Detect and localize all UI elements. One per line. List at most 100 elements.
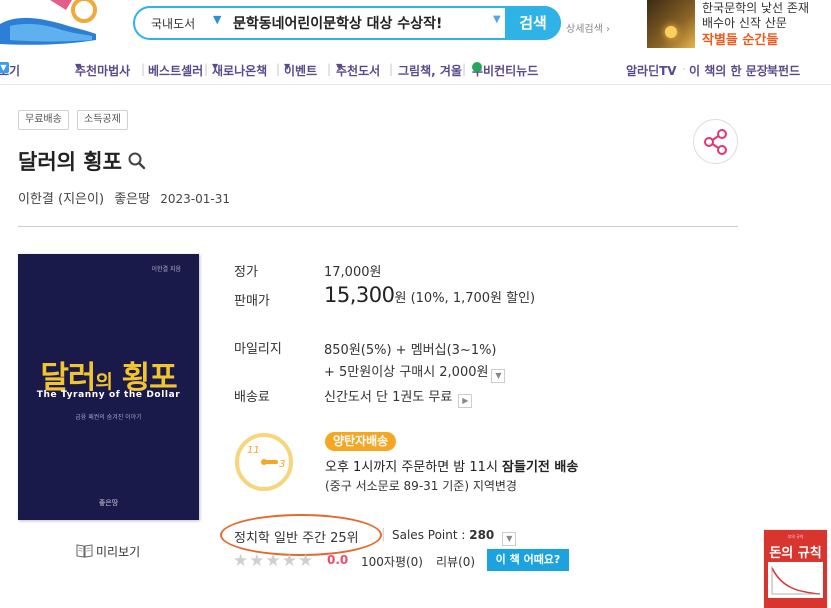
search-icon[interactable]: [127, 151, 147, 171]
share-icon: [704, 129, 727, 155]
ad-banner[interactable]: 한국문학의 낯선 존재 배수아 신작 산문 작별들 순간들: [647, 0, 831, 48]
weekly-rank[interactable]: 정치학 일반 주간 25위: [234, 527, 359, 546]
mileage-line-2: + 5만원이상 구매시 2,000원 ▼: [324, 361, 506, 383]
sales-point-label: Sales Point :: [392, 528, 470, 542]
search-button[interactable]: 검색: [505, 6, 561, 40]
nav-divider: |: [327, 62, 332, 76]
chevron-down-icon: ▼: [212, 62, 219, 71]
publisher-link[interactable]: 좋은땅: [114, 192, 150, 207]
mileage-line-1: 850원(5%) + 멤버십(3~1%): [324, 343, 497, 358]
book-open-icon: [76, 544, 93, 558]
shipping-label: 배송료: [234, 390, 270, 405]
nav-item-label: 북펀드: [767, 64, 801, 78]
nav-item-label: 추천마법사: [75, 64, 131, 78]
nav-divider: |: [462, 62, 467, 76]
delivery-line-1: 오후 1시까지 주문하면 밤 11시 잠들기전 배송: [325, 456, 578, 475]
page-title: 달러의 횡포: [18, 150, 122, 174]
review-link[interactable]: 리뷰(0): [436, 553, 475, 570]
star-icon: ★: [249, 551, 266, 571]
dropdown-arrow-icon[interactable]: ▼: [493, 14, 501, 25]
tag-tax-deduction: 소득공제: [77, 110, 128, 130]
shipping-value-text: 신간도서 단 1권도 무료: [324, 390, 453, 405]
cover-subtitle: The Tyranny of the Dollar: [36, 390, 181, 400]
sale-price: 15,300원 (10%, 1,700원 할인): [324, 283, 535, 307]
change-region-link[interactable]: 지역변경: [473, 479, 517, 493]
chevron-down-icon[interactable]: ▼: [213, 13, 221, 26]
nav-underline: [0, 84, 831, 85]
nav-divider: |: [204, 62, 209, 76]
sale-price-unit: 원: [394, 291, 407, 306]
search-input[interactable]: [233, 12, 491, 34]
nav-item-label: 알라딘TV: [626, 64, 677, 78]
cover-author: 이한결 지음: [151, 266, 181, 273]
tag-free-shipping: 무료배송: [18, 110, 69, 130]
book-cover[interactable]: 이한결 지음 달러의 횡포 The Tyranny of the Dollar …: [18, 254, 199, 520]
search-bar: 국내도서 ▼ ▼ 검색: [133, 6, 561, 40]
sales-point: Sales Point : 280 ▼: [392, 528, 517, 546]
side-book-top-text: 부의 규칙: [787, 534, 804, 539]
list-price: 17,000원: [324, 265, 382, 280]
mileage-line-2-text: + 5만원이상 구매시 2,000원: [324, 365, 489, 380]
nav-item-label: 그림책, 겨울: [398, 64, 462, 78]
share-button[interactable]: [693, 119, 738, 164]
delivery-line-2: (중구 서소문로 89-31 기준) 지역변경: [325, 477, 517, 494]
search-category-select[interactable]: 국내도서: [151, 15, 195, 32]
star-icon: ★: [281, 551, 298, 571]
side-book-thumbnail[interactable]: 부의 규칙 돈의 규칙: [764, 530, 827, 608]
sales-point-value: 280: [469, 528, 495, 542]
delivery-badge: 양탄자배송: [325, 432, 397, 451]
sale-price-number: 15,300: [324, 283, 395, 307]
nav-divider: |: [276, 62, 281, 76]
nav-divider: |: [141, 62, 146, 76]
nav-divider: ·: [682, 62, 686, 76]
nav-item-label: 투비컨티뉴드: [472, 64, 539, 78]
expand-icon: ▼: [0, 62, 9, 73]
byline: 이한결 (지은이) 좋은땅 2023-01-31: [18, 188, 236, 207]
shipping-info-button[interactable]: ▶: [458, 394, 473, 408]
preview-button[interactable]: 미리보기: [76, 543, 140, 560]
rating-score: 0.0: [327, 553, 349, 567]
clock-hour-3: 3: [279, 459, 285, 470]
chevron-down-icon: ▼: [75, 62, 82, 71]
discount-text: (10%, 1,700원 할인): [410, 291, 536, 306]
ad-book-image: [647, 0, 695, 48]
delivery-address: (중구 서소문로 89-31 기준): [325, 479, 473, 493]
clock-hour-11: 11: [247, 445, 260, 456]
nav-item-label: 새로나온책: [212, 64, 268, 78]
mileage-label: 마일리지: [234, 342, 282, 357]
nav-divider: ·: [760, 62, 764, 76]
publish-date: 2023-01-31: [160, 192, 230, 206]
side-book-chart-image: [768, 562, 823, 598]
nav-item-label: 이 책의 한 문장: [689, 64, 768, 78]
chevron-down-icon: ▼: [284, 62, 291, 71]
delivery-line-1-prefix: 오후 1시까지 주문하면 밤 11시: [325, 460, 503, 475]
shipping-value: 신간도서 단 1권도 무료 ▶: [324, 386, 473, 408]
nav-item-label: 추천도서: [336, 64, 381, 78]
delivery-line-1-bold: 잠들기전 배송: [502, 460, 579, 475]
status-dot-icon: [472, 62, 482, 72]
advanced-search-label: 상세검색: [566, 24, 603, 35]
clock-icon: 11 3: [235, 433, 293, 491]
advanced-search-link[interactable]: 상세검색 ›: [566, 20, 610, 35]
nav-divider: |: [389, 62, 394, 76]
expand-button[interactable]: ▼: [491, 369, 506, 383]
side-book-title: 돈의 규칙: [769, 546, 822, 561]
divider: [18, 226, 738, 227]
star-icon: ★: [298, 551, 315, 571]
cover-tagline: 금융 패권의 숨겨진 이야기: [75, 414, 142, 421]
star-icon: ★: [265, 551, 282, 571]
aladin-logo[interactable]: [0, 0, 110, 48]
nav-item-label: 베스트셀러: [148, 64, 204, 78]
main-nav: 보기 ▼ 추천마법사 ▼ | 베스트셀러 | 새로나온책 ▼ | 이벤트 ▼ |…: [0, 62, 831, 82]
author-link[interactable]: 이한결 (지은이): [18, 192, 104, 207]
short-review-link[interactable]: 100자평(0): [361, 553, 423, 570]
list-price-label: 정가: [234, 265, 258, 280]
rank-divider: |: [381, 527, 386, 542]
star-rating: ★★★★★: [233, 551, 315, 571]
cover-publisher: 좋은땅: [98, 499, 119, 507]
how-is-this-book-button[interactable]: 이 책 어때요?: [487, 549, 569, 571]
genie-lamp-icon: [0, 0, 97, 45]
chevron-down-icon: ▼: [336, 62, 343, 71]
sales-point-expand-button[interactable]: ▼: [502, 532, 517, 546]
ad-line-3: 작별들 순간들: [702, 33, 779, 48]
